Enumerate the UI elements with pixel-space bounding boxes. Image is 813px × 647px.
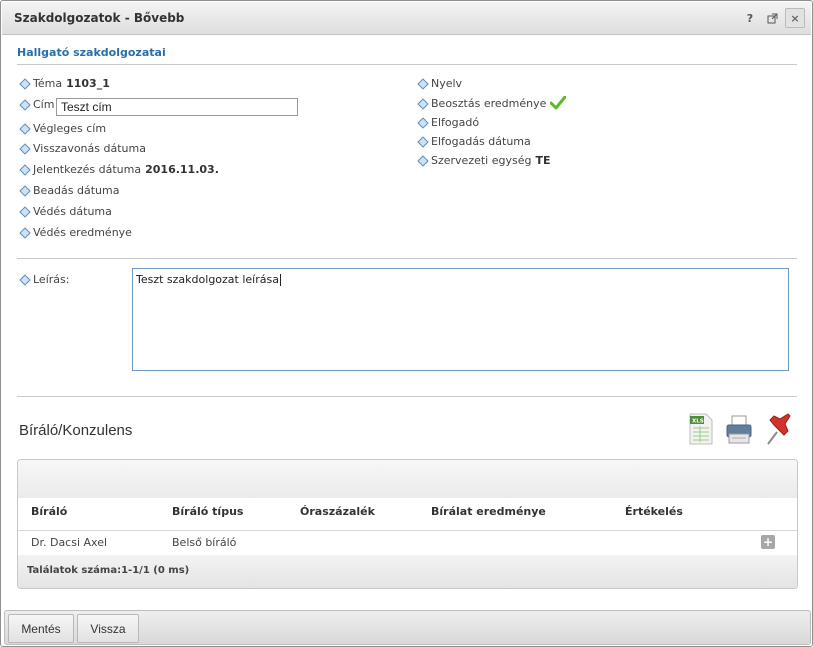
bullet-icon — [417, 137, 427, 147]
bullet-icon — [19, 228, 29, 238]
bullet-icon — [19, 165, 29, 175]
column-header-biralo[interactable]: Bíráló — [31, 505, 67, 518]
field-label: Nyelv — [431, 77, 463, 90]
bullet-icon — [417, 118, 427, 128]
grid-header-bar — [18, 460, 797, 498]
field-nyelv: Nyelv — [417, 77, 462, 90]
field-vedes-datuma: Védés dátuma — [19, 205, 112, 218]
field-beadas-datuma: Beadás dátuma — [19, 184, 119, 197]
divider — [17, 396, 797, 397]
text-caret — [279, 274, 281, 286]
column-header-biralo-tipus[interactable]: Bíráló típus — [172, 505, 243, 518]
help-icon[interactable]: ? — [741, 9, 759, 27]
field-value: TE — [535, 154, 551, 167]
pin-icon[interactable] — [764, 410, 794, 449]
title-bar-controls: ? × — [737, 8, 805, 28]
field-label: Védés dátuma — [33, 205, 112, 218]
field-jelentkezes-datuma: Jelentkezés dátuma 2016.11.03. — [19, 163, 219, 176]
bullet-icon — [19, 124, 29, 134]
field-szervezeti-egyseg: Szervezeti egység TE — [417, 154, 551, 167]
bullet-icon — [19, 79, 29, 89]
divider — [17, 258, 797, 259]
field-leiras: Leírás: — [19, 273, 69, 286]
title-bar[interactable]: Szakdolgozatok - Bővebb ? × — [2, 2, 811, 35]
reviewers-title: Bíráló/Konzulens — [19, 422, 133, 439]
field-value: 2016.11.03. — [145, 163, 219, 176]
table-row[interactable]: Dr. Dacsi Axel Belső bíráló + — [18, 530, 797, 556]
reviewers-grid: Bíráló Bíráló típus Óraszázalék Bírálat … — [17, 459, 798, 589]
bullet-icon — [19, 186, 29, 196]
svg-text:XLS: XLS — [692, 419, 704, 425]
close-icon[interactable]: × — [785, 8, 805, 28]
field-vegleges-cim: Végleges cím — [19, 122, 106, 135]
field-label: Téma — [33, 77, 63, 90]
bullet-icon — [19, 100, 29, 110]
dialog-title: Szakdolgozatok - Bővebb — [14, 11, 185, 25]
field-elfogado: Elfogadó — [417, 116, 479, 129]
results-count: Találatok száma:1-1/1 (0 ms) — [27, 565, 190, 576]
print-icon[interactable] — [724, 412, 754, 449]
bullet-icon — [19, 144, 29, 154]
field-vedes-eredmenye: Védés eredménye — [19, 226, 132, 239]
field-label: Visszavonás dátuma — [33, 142, 146, 155]
grid-toolbar: XLS — [688, 410, 794, 449]
divider — [17, 64, 797, 65]
field-label: Beadás dátuma — [33, 184, 120, 197]
bullet-icon — [19, 275, 29, 285]
button-bar: Mentés Vissza — [4, 610, 811, 645]
column-header-oraszazalek[interactable]: Óraszázalék — [300, 505, 375, 518]
field-tema: Téma 1103_1 — [19, 77, 110, 90]
field-label: Cím — [33, 98, 55, 111]
grid-footer: Találatok száma:1-1/1 (0 ms) — [18, 555, 797, 588]
bullet-icon — [417, 156, 427, 166]
cell-biralo: Dr. Dacsi Axel — [31, 536, 108, 549]
field-label: Végleges cím — [33, 122, 107, 135]
field-label: Szervezeti egység — [431, 154, 532, 167]
bullet-icon — [19, 207, 29, 217]
dialog-window: Szakdolgozatok - Bővebb ? × Hallgató sza… — [0, 0, 813, 647]
field-label: Leírás: — [33, 273, 70, 286]
column-header-biralat-eredmenye[interactable]: Bírálat eredménye — [431, 505, 546, 518]
field-visszavonas-datuma: Visszavonás dátuma — [19, 142, 146, 155]
field-label: Beosztás eredménye — [431, 96, 547, 110]
section-title: Hallgató szakdolgozatai — [17, 46, 166, 59]
field-label: Jelentkezés dátuma — [33, 163, 142, 176]
column-header-ertekeles[interactable]: Értékelés — [625, 505, 683, 518]
leiras-text: Teszt szakdolgozat leírása — [136, 273, 279, 286]
save-button[interactable]: Mentés — [8, 614, 74, 643]
field-label: Védés eredménye — [33, 226, 132, 239]
excel-export-icon[interactable]: XLS — [688, 412, 714, 449]
leiras-textarea[interactable]: Teszt szakdolgozat leírása — [132, 268, 789, 371]
checkmark-icon — [549, 95, 567, 110]
field-elfogadas-datuma: Elfogadás dátuma — [417, 135, 531, 148]
cell-biralo-tipus: Belső bíráló — [172, 536, 237, 549]
field-cim: Cím — [19, 98, 54, 111]
field-label: Elfogadó — [431, 116, 480, 129]
bullet-icon — [417, 98, 427, 108]
field-label: Elfogadás dátuma — [431, 135, 531, 148]
expand-row-icon[interactable]: + — [761, 535, 775, 549]
bullet-icon — [417, 79, 427, 89]
popout-icon[interactable] — [763, 9, 781, 27]
back-button[interactable]: Vissza — [77, 614, 139, 643]
field-beosztas-eredmenye: Beosztás eredménye — [417, 95, 567, 110]
field-value: 1103_1 — [66, 77, 110, 90]
cim-input[interactable]: Teszt cím — [56, 98, 298, 116]
